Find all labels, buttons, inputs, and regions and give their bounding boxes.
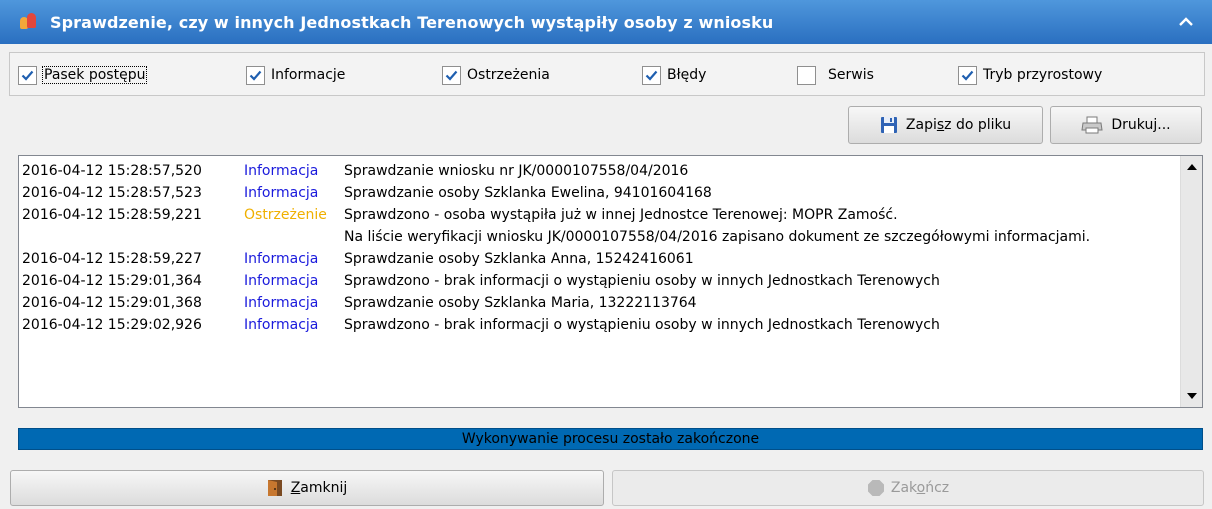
log-message: Sprawdzono - brak informacji o wystąpien… [344,317,940,333]
log-message: Sprawdzono - brak informacji o wystąpien… [344,273,940,289]
app-icon [20,13,38,31]
log-row[interactable]: 2016-04-12 15:28:57,523 Informacja Sprawdz… [22,182,1180,204]
log-message: Sprawdzono - osoba wystąpiła już w innej… [344,207,898,223]
log-row[interactable]: 2016-04-12 15:29:02,926 Informacja Sprawdz… [22,314,1180,336]
log-type: Ostrzeżenie [244,207,327,223]
scroll-down-icon[interactable] [1182,386,1202,406]
option-label: Ostrzeżenia [467,67,550,83]
log-list[interactable]: 2016-04-12 15:28:57,520 Informacja Sprawdz… [18,155,1203,408]
log-timestamp: 2016-04-12 15:28:59,227 [22,251,202,267]
option-label: Błędy [667,67,707,83]
checkbox-progress-bar[interactable] [18,65,37,85]
option-service[interactable]: Serwis [797,64,874,86]
log-timestamp: 2016-04-12 15:29:02,926 [22,317,202,333]
checkbox-service[interactable] [797,65,816,85]
option-progress-bar[interactable]: Pasek postępu [18,64,148,86]
save-to-file-button[interactable]: Zapisz do pliku [848,106,1043,144]
log-message: Sprawdzanie wniosku nr JK/0000107558/04/… [344,163,689,179]
option-warnings[interactable]: Ostrzeżenia [442,64,550,86]
stop-icon [867,479,885,497]
log-type: Informacja [244,317,319,333]
log-row[interactable]: 2016-04-12 15:29:01,364 Informacja Sprawdz… [22,270,1180,292]
checkbox-warnings[interactable] [442,65,461,85]
finish-label: Zakończ [890,480,950,496]
printer-icon [1081,116,1103,134]
progress-bar: Wykonywanie procesu zostało zakończone [18,428,1203,450]
print-label: Drukuj... [1111,117,1171,133]
log-row[interactable]: 2016-04-12 15:29:01,368 Informacja Sprawdz… [22,292,1180,314]
option-errors[interactable]: Błędy [642,64,706,86]
log-type: Informacja [244,185,319,201]
finish-button[interactable]: Zakończ [612,470,1204,506]
log-message: Sprawdzanie osoby Szklanka Anna, 1524241… [344,251,694,267]
progress-status-text: Wykonywanie procesu zostało zakończone [461,431,760,447]
scroll-up-icon[interactable] [1182,157,1202,177]
log-type: Informacja [244,251,319,267]
log-timestamp: 2016-04-12 15:29:01,364 [22,273,202,289]
checkbox-errors[interactable] [642,65,661,85]
option-label: Pasek postępu [41,66,148,84]
option-label: Informacje [271,67,346,83]
option-label: Tryb przyrostowy [983,67,1103,83]
title-bar: Sprawdzenie, czy w innych Jednostkach Te… [0,0,1212,44]
save-label: Zapisz do pliku [905,117,1012,133]
door-icon [267,479,283,497]
close-label: Zamknij [290,480,348,496]
log-timestamp: 2016-04-12 15:28:57,523 [22,185,202,201]
vertical-scrollbar[interactable] [1180,156,1202,407]
log-message: Na liście weryfikacji wniosku JK/0000107… [344,229,1091,245]
log-timestamp: 2016-04-12 15:28:59,221 [22,207,202,223]
dialog-window: Sprawdzenie, czy w innych Jednostkach Te… [0,0,1212,509]
window-title: Sprawdzenie, czy w innych Jednostkach Te… [50,12,774,32]
close-button[interactable]: Zamknij [10,470,604,506]
log-row[interactable]: 2016-04-12 15:28:57,520 Informacja Sprawdz… [22,160,1180,182]
option-label: Serwis [828,67,874,83]
checkbox-information[interactable] [246,65,265,85]
floppy-disk-icon [880,116,898,134]
log-message: Sprawdzanie osoby Szklanka Ewelina, 9410… [344,185,712,201]
log-row[interactable]: 2016-04-12 15:28:59,221 Ostrzeżenie Sprawd… [22,204,1180,226]
checkbox-incremental-mode[interactable] [958,65,977,85]
option-incremental-mode[interactable]: Tryb przyrostowy [958,64,1102,86]
chevron-up-icon[interactable] [1176,12,1196,32]
log-type: Informacja [244,295,319,311]
log-type: Informacja [244,163,319,179]
log-filter-options: Pasek postępu Informacje Ostrzeżenia Błę… [9,52,1205,96]
option-information[interactable]: Informacje [246,64,345,86]
log-row[interactable]: 2016-04-12 15:28:59,227 Informacja Sprawdz… [22,248,1180,270]
log-rows: 2016-04-12 15:28:57,520 Informacja Sprawdz… [19,156,1180,407]
log-timestamp: 2016-04-12 15:29:01,368 [22,295,202,311]
log-row[interactable]: Na liście weryfikacji wniosku JK/0000107… [22,226,1180,248]
log-type: Informacja [244,273,319,289]
log-message: Sprawdzanie osoby Szklanka Maria, 132221… [344,295,697,311]
print-button[interactable]: Drukuj... [1050,106,1202,144]
log-timestamp: 2016-04-12 15:28:57,520 [22,163,202,179]
